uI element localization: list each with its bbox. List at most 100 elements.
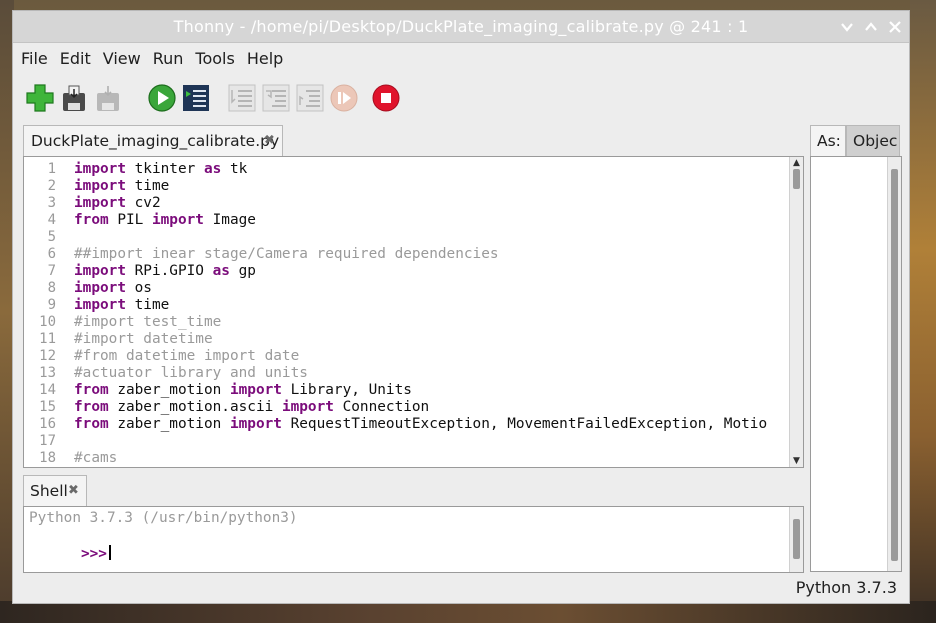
code-token: Connection — [333, 399, 430, 415]
chevron-up-icon — [865, 22, 877, 31]
code-line[interactable]: from zaber_motion import RequestTimeoutE… — [74, 416, 767, 433]
editor-tab[interactable]: DuckPlate_imaging_calibrate.py ✖ — [23, 125, 283, 157]
editor-scroll-thumb[interactable] — [793, 169, 800, 189]
scroll-down-arrow-icon[interactable]: ▼ — [790, 456, 803, 466]
tab-assistant[interactable]: As: — [810, 125, 846, 157]
code-line[interactable]: #actuator library and units — [74, 365, 308, 382]
save-file-button[interactable] — [93, 83, 123, 113]
debug-icon — [183, 85, 209, 111]
close-icon — [889, 21, 901, 33]
new-file-button[interactable] — [25, 83, 55, 113]
resume-icon — [330, 84, 358, 112]
editor-tab-label: DuckPlate_imaging_calibrate.py — [31, 132, 280, 150]
menu-help[interactable]: Help — [243, 44, 287, 74]
menu-view[interactable]: View — [99, 44, 145, 74]
code-line[interactable]: #import test_time — [74, 314, 221, 331]
shell-vertical-scrollbar[interactable] — [789, 507, 803, 572]
stop-icon — [372, 84, 400, 112]
step-over-button[interactable] — [227, 83, 257, 113]
step-into-button[interactable] — [261, 83, 291, 113]
line-number: 16 — [39, 416, 56, 432]
code-line[interactable]: from zaber_motion import Library, Units — [74, 382, 412, 399]
code-line[interactable]: #from datetime import date — [74, 348, 299, 365]
comment-token: #cams — [74, 450, 118, 466]
code-line[interactable]: import cv2 — [74, 195, 161, 212]
side-scroll-thumb[interactable] — [891, 169, 898, 561]
code-editor[interactable]: 1 2 3 4 5 6 7 8 9 10 11 12 13 14 15 16 17 18 import tkint… — [23, 156, 804, 468]
code-token: os — [125, 280, 152, 296]
step-out-button[interactable] — [295, 83, 325, 113]
comment-token: #from datetime import date — [74, 348, 300, 364]
menu-file[interactable]: File — [17, 44, 52, 74]
keyword-token: from — [74, 382, 109, 398]
menu-bar: File Edit View Run Tools Help — [13, 44, 909, 74]
line-number: 17 — [39, 433, 56, 449]
new-icon — [26, 84, 54, 112]
editor-vertical-scrollbar[interactable]: ▲ ▼ — [789, 157, 803, 467]
side-vertical-scrollbar[interactable] — [887, 157, 901, 571]
line-number: 8 — [47, 280, 56, 296]
keyword-token: as — [203, 161, 222, 177]
close-shell-icon[interactable]: ✖ — [68, 476, 79, 506]
step-over-icon — [228, 84, 256, 112]
line-number: 14 — [39, 382, 56, 398]
line-number: 6 — [47, 246, 56, 262]
title-bar[interactable]: Thonny - /home/pi/Desktop/DuckPlate_imag… — [13, 11, 909, 43]
code-line[interactable]: from PIL import Image — [74, 212, 256, 229]
code-token: zaber_motion.ascii — [108, 399, 282, 415]
code-line[interactable]: ##import inear stage/Camera required dep… — [74, 246, 499, 263]
stop-button[interactable] — [371, 83, 401, 113]
keyword-token: from — [74, 399, 109, 415]
code-token: PIL — [108, 212, 152, 228]
line-number: 12 — [39, 348, 56, 364]
code-line[interactable]: import RPi.GPIO as gp — [74, 263, 256, 280]
code-line[interactable]: from zaber_motion.ascii import Connectio… — [74, 399, 429, 416]
shell-prompt-line[interactable]: >>> — [29, 528, 111, 562]
code-line[interactable]: #cams — [74, 450, 117, 467]
shell-tab[interactable]: Shell ✖ — [23, 475, 87, 507]
run-icon — [148, 84, 176, 112]
line-number: 11 — [39, 331, 56, 347]
code-line[interactable]: import tkinter as tk — [74, 161, 247, 178]
thonny-window: Thonny - /home/pi/Desktop/DuckPlate_imag… — [12, 10, 910, 604]
tab-object-inspector[interactable]: Objec — [846, 125, 900, 157]
keyword-token: import — [151, 212, 204, 228]
desktop-background-bottom — [0, 601, 936, 623]
menu-tools[interactable]: Tools — [191, 44, 238, 74]
keyword-token: import — [229, 416, 282, 432]
save-icon — [63, 85, 85, 111]
code-token: Image — [203, 212, 256, 228]
menu-edit[interactable]: Edit — [56, 44, 95, 74]
shell-tab-label: Shell — [30, 482, 68, 500]
maximize-button[interactable] — [861, 17, 881, 37]
keyword-token: import — [74, 195, 126, 211]
line-number: 13 — [39, 365, 56, 381]
open-file-button[interactable] — [59, 83, 89, 113]
code-token: tk — [221, 161, 248, 177]
run-button[interactable] — [147, 83, 177, 113]
close-tab-icon[interactable]: ✖ — [264, 126, 275, 156]
code-text-area[interactable]: import tkinter as tk import time import cv… — [74, 157, 790, 467]
code-line[interactable]: import time — [74, 297, 169, 314]
shell-console[interactable]: Python 3.7.3 (/usr/bin/python3) >>> — [23, 506, 804, 573]
keyword-token: import — [74, 263, 126, 279]
resume-button[interactable] — [329, 83, 359, 113]
line-number: 4 — [47, 212, 56, 228]
close-button[interactable] — [885, 17, 905, 37]
minimize-button[interactable] — [837, 17, 857, 37]
scroll-up-arrow-icon[interactable]: ▲ — [790, 158, 803, 168]
debug-button[interactable] — [181, 83, 211, 113]
code-token: cv2 — [125, 195, 161, 211]
code-line[interactable]: import os — [74, 280, 152, 297]
line-number: 5 — [47, 229, 56, 245]
menu-run[interactable]: Run — [149, 44, 188, 74]
interpreter-status[interactable]: Python 3.7.3 — [796, 576, 897, 600]
code-line[interactable]: import time — [74, 178, 169, 195]
code-token: time — [125, 297, 170, 313]
shell-scroll-thumb[interactable] — [793, 519, 800, 559]
keyword-token: import — [281, 399, 334, 415]
code-token: zaber_motion — [108, 382, 230, 398]
line-number-gutter: 1 2 3 4 5 6 7 8 9 10 11 12 13 14 15 16 17 18 — [24, 157, 69, 467]
editor-notebook: DuckPlate_imaging_calibrate.py ✖ — [23, 125, 803, 157]
code-line[interactable]: #import datetime — [74, 331, 213, 348]
